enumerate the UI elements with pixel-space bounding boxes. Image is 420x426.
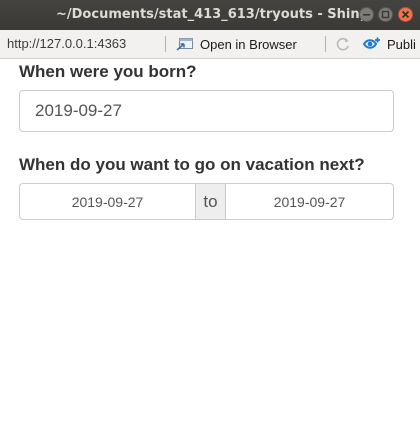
vacation-start-date-value: 2019-09-27 bbox=[71, 193, 144, 210]
born-date-value: 2019-09-27 bbox=[35, 101, 122, 120]
viewer-toolbar: http://127.0.0.1:4363 Open in Browser Pu… bbox=[0, 30, 420, 59]
title-bar: ~/Documents/stat_413_613/tryouts - Shiny bbox=[0, 0, 420, 30]
minimize-button[interactable] bbox=[359, 7, 374, 22]
refresh-button[interactable] bbox=[335, 36, 351, 52]
publish-button[interactable]: Publi bbox=[362, 34, 416, 54]
vacation-date-range-label: When do you want to go on vacation next? bbox=[19, 155, 365, 174]
close-icon bbox=[401, 10, 410, 19]
app-content: When were you born? 2019-09-27 When do y… bbox=[0, 59, 420, 426]
maximize-button[interactable] bbox=[378, 7, 393, 22]
toolbar-divider bbox=[165, 36, 166, 52]
vacation-start-date-input[interactable]: 2019-09-27 bbox=[19, 183, 196, 220]
publish-label: Publi bbox=[387, 36, 416, 52]
born-date-input[interactable]: 2019-09-27 bbox=[19, 90, 394, 132]
maximize-icon bbox=[381, 10, 390, 19]
vacation-end-date-value: 2019-09-27 bbox=[273, 193, 346, 210]
open-in-browser-icon bbox=[176, 36, 194, 52]
minimize-icon bbox=[363, 14, 370, 16]
born-date-label: When were you born? bbox=[19, 62, 197, 81]
publish-icon bbox=[362, 36, 382, 52]
shiny-viewer-window: ~/Documents/stat_413_613/tryouts - Shiny… bbox=[0, 0, 420, 426]
vacation-end-date-input[interactable]: 2019-09-27 bbox=[225, 183, 394, 220]
close-button[interactable] bbox=[398, 7, 413, 22]
range-separator-label: to bbox=[203, 191, 218, 211]
toolbar-divider bbox=[325, 36, 326, 52]
refresh-icon bbox=[336, 37, 349, 51]
window-title: ~/Documents/stat_413_613/tryouts - Shiny bbox=[56, 7, 369, 22]
url-display: http://127.0.0.1:4363 bbox=[7, 36, 127, 51]
range-separator: to bbox=[196, 183, 225, 220]
open-in-browser-label: Open in Browser bbox=[200, 36, 297, 52]
vacation-date-range: 2019-09-27 to 2019-09-27 bbox=[19, 183, 394, 220]
open-in-browser-button[interactable]: Open in Browser bbox=[176, 34, 297, 54]
